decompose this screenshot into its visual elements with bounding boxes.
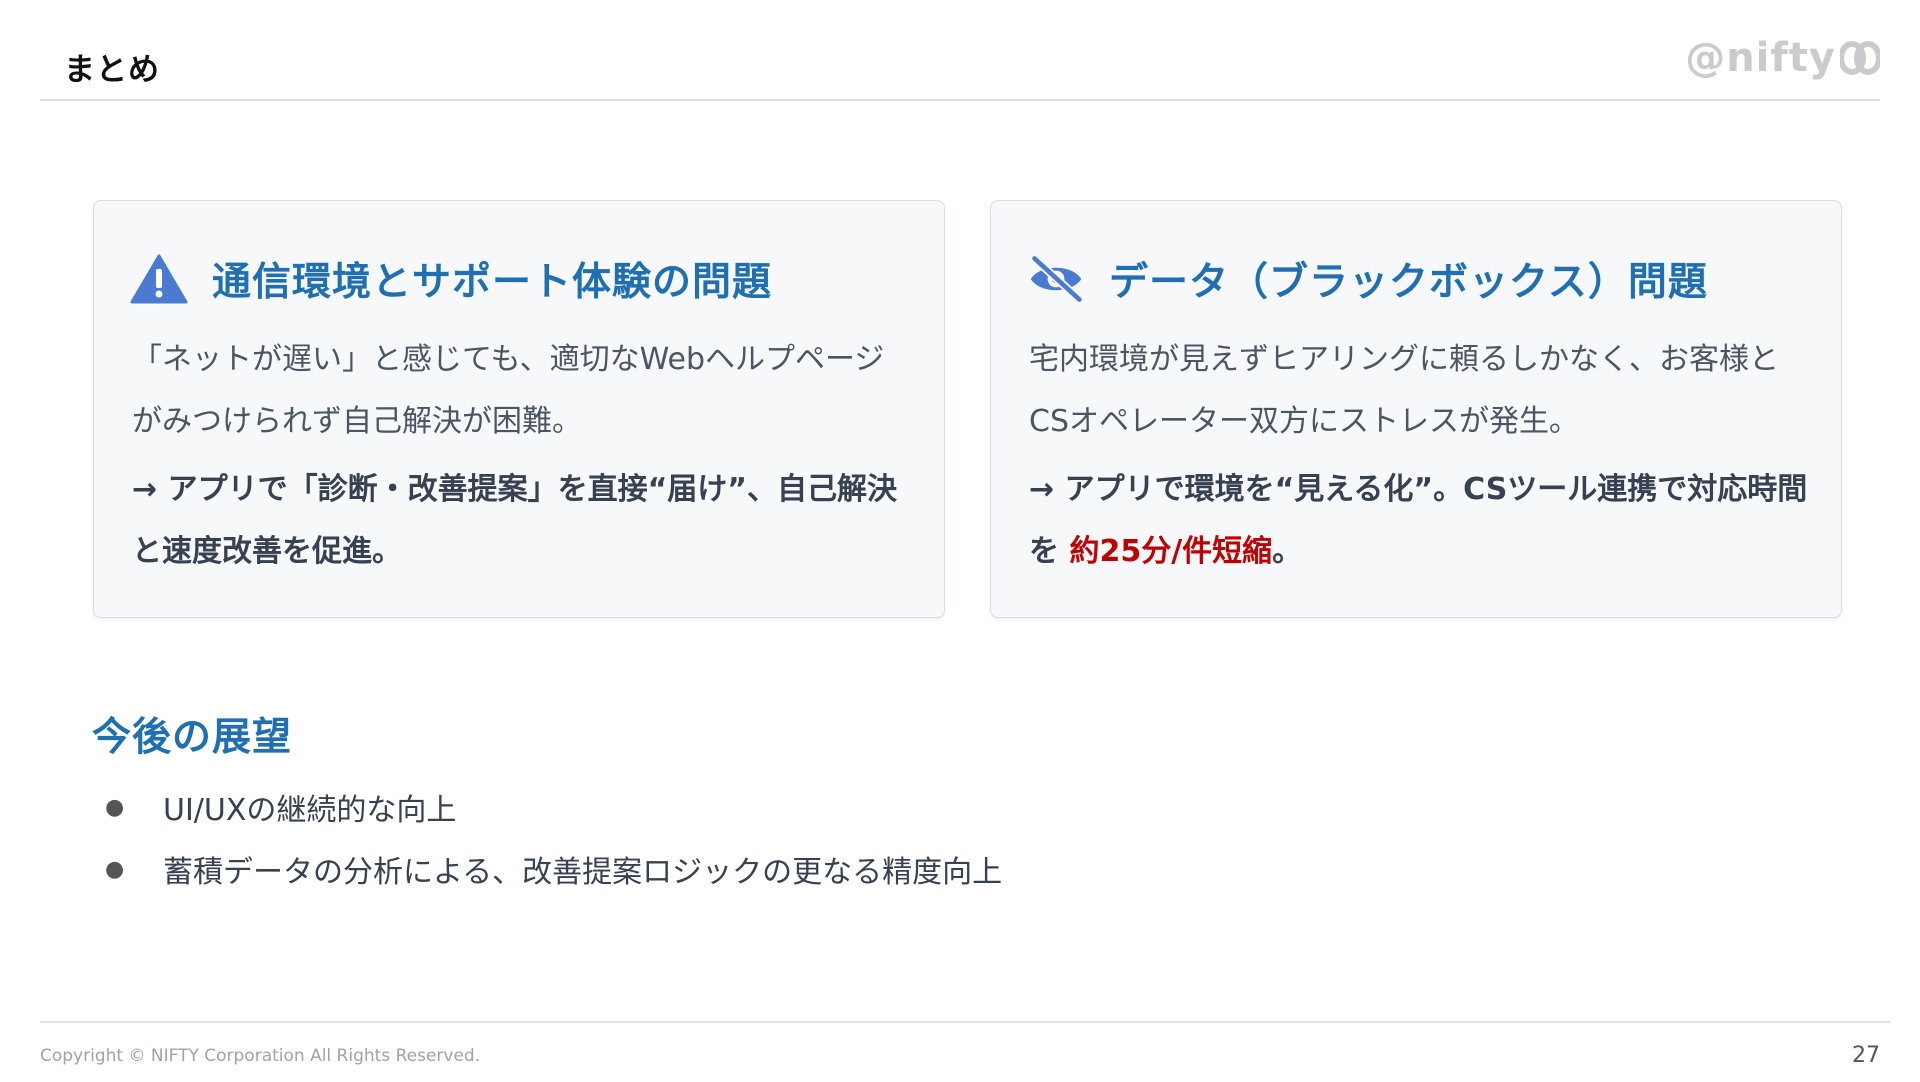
time-reduction-highlight: 約25分/件短縮 [1069,534,1273,569]
list-item-text: 蓄積データの分析による、改善提案ロジックの更なる精度向上 [163,855,1003,890]
card-action: → アプリで環境を“見える化”。CSツール連携で対応時間を 約25分/件短縮。 [1029,459,1811,583]
page-footer: Copyright © NIFTY Corporation All Rights… [40,1021,1890,1082]
page-number: 27 [1852,1043,1880,1068]
card-title: 通信環境とサポート体験の問題 [212,260,773,305]
card-description: 宅内環境が見えずヒアリングに頼るしかなく、お客様とCSオペレーター双方にストレス… [1029,342,1779,439]
warning-triangle-icon [130,254,188,304]
nifty-logo: @nifty [1685,34,1880,82]
card-action: → アプリで「診断・改善提案」を直接“届け”、自己解決と速度改善を促進。 [132,472,898,569]
list-item-text: UI/UXの継続的な向上 [163,793,457,828]
card-title-row: 通信環境とサポート体験の問題 [130,251,772,307]
nifty-mark-icon [1840,41,1880,75]
card-title: データ（ブラックボックス）問題 [1109,260,1708,305]
outlook-list: ● UI/UXの継続的な向上 ● 蓄積データの分析による、改善提案ロジックの更な… [105,776,1002,900]
page-header: まとめ @nifty [40,0,1880,101]
card-description: 「ネットが遅い」と感じても、適切なWebヘルプページがみつけられず自己解決が困難… [132,342,885,439]
list-item: ● UI/UXの継続的な向上 [105,776,1002,838]
card-title-row: データ（ブラックボックス）問題 [1027,251,1708,307]
support-issue-card: 通信環境とサポート体験の問題 「ネットが遅い」と感じても、適切なWebヘルプペー… [93,200,945,618]
list-item: ● 蓄積データの分析による、改善提案ロジックの更なる精度向上 [105,838,1002,900]
bullet: ● [105,794,125,820]
card-body: 「ネットが遅い」と感じても、適切なWebヘルプページがみつけられず自己解決が困難… [132,329,914,583]
bullet: ● [105,856,125,882]
copyright-notice: Copyright © NIFTY Corporation All Rights… [40,1046,481,1066]
data-issue-card: データ（ブラックボックス）問題 宅内環境が見えずヒアリングに頼るしかなく、お客様… [990,200,1842,618]
page-title: まとめ [64,52,160,88]
eye-slash-icon [1030,254,1084,304]
card-body: 宅内環境が見えずヒアリングに頼るしかなく、お客様とCSオペレーター双方にストレス… [1029,329,1811,583]
logo-text: @nifty [1685,35,1836,81]
outlook-title: 今後の展望 [92,715,293,760]
card-action-end: 。 [1272,534,1303,569]
